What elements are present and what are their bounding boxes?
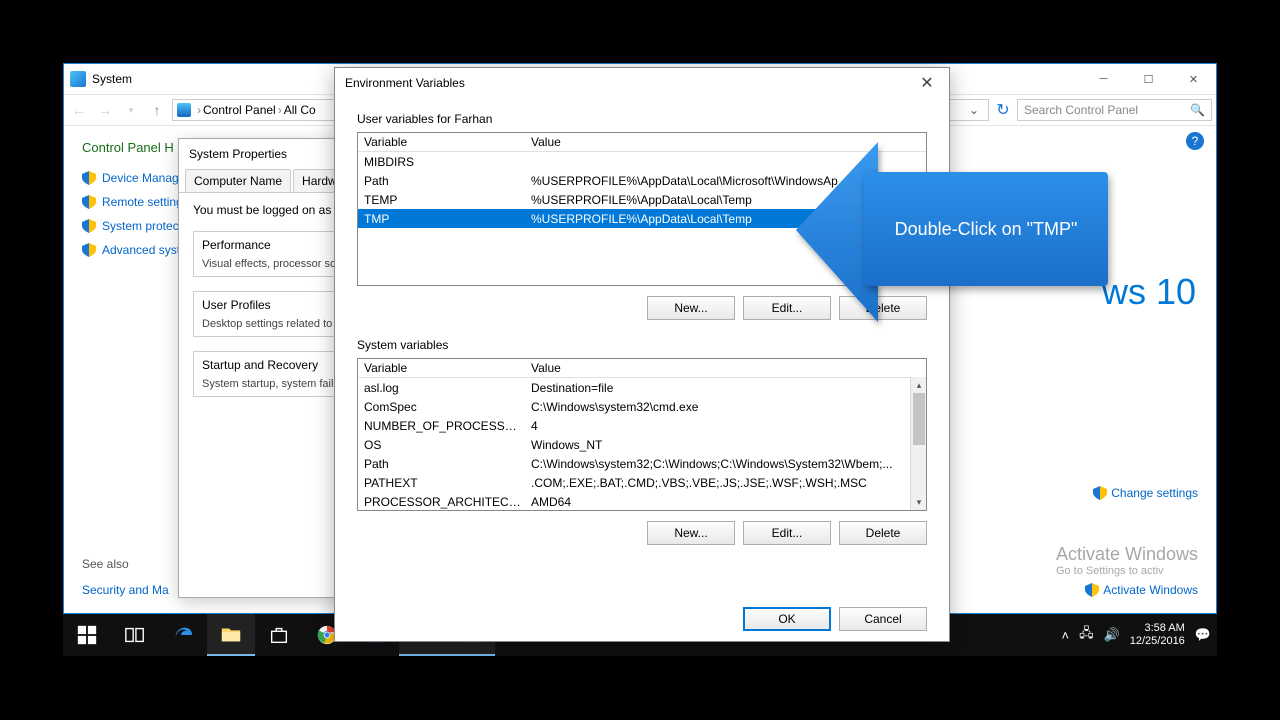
variable-name: TEMP — [358, 193, 525, 207]
edge-icon[interactable] — [159, 614, 207, 656]
breadcrumb-dropdown[interactable]: ⌄ — [964, 103, 984, 117]
variable-name: Path — [358, 174, 525, 188]
variable-value: C:\Windows\system32;C:\Windows;C:\Window… — [525, 457, 926, 471]
variable-name: OS — [358, 438, 525, 452]
variable-name: NUMBER_OF_PROCESSORS — [358, 419, 525, 433]
variable-name: MIBDIRS — [358, 155, 525, 169]
variable-name: asl.log — [358, 381, 525, 395]
scroll-up-arrow[interactable]: ▴ — [911, 377, 927, 393]
clock[interactable]: 3:58 AM 12/25/2016 — [1130, 622, 1185, 648]
table-row[interactable]: ComSpecC:\Windows\system32\cmd.exe — [358, 397, 926, 416]
scroll-thumb[interactable] — [913, 393, 925, 445]
system-variables-list[interactable]: Variable Value asl.logDestination=fileCo… — [357, 358, 927, 511]
shield-icon — [82, 195, 96, 209]
forward-button[interactable]: → — [94, 99, 116, 121]
search-input[interactable]: Search Control Panel 🔍 — [1017, 99, 1212, 121]
task-view-button[interactable] — [111, 614, 159, 656]
close-button[interactable]: ✕ — [1171, 65, 1216, 93]
table-row[interactable]: PATHEXT.COM;.EXE;.BAT;.CMD;.VBS;.VBE;.JS… — [358, 473, 926, 492]
breadcrumb-part[interactable]: Control Panel — [203, 103, 276, 117]
shield-icon — [82, 171, 96, 185]
breadcrumb-part[interactable]: All Co — [284, 103, 316, 117]
help-icon[interactable]: ? — [1186, 132, 1204, 150]
network-icon[interactable]: 🖧 — [1079, 624, 1094, 646]
table-row[interactable]: NUMBER_OF_PROCESSORS4 — [358, 416, 926, 435]
column-variable[interactable]: Variable — [358, 361, 525, 375]
shield-icon — [1093, 486, 1107, 500]
recent-dropdown[interactable]: ▾ — [120, 99, 142, 121]
table-row[interactable]: asl.logDestination=file — [358, 378, 926, 397]
variable-name: Path — [358, 457, 525, 471]
windows-10-brand: ws 10 — [1102, 271, 1196, 313]
annotation-callout: Double-Click on "TMP" — [788, 122, 1108, 352]
shield-icon — [82, 243, 96, 257]
maximize-button[interactable]: ☐ — [1126, 65, 1171, 93]
system-new-button[interactable]: New... — [647, 521, 735, 545]
variable-value: AMD64 — [525, 495, 926, 509]
activate-watermark: Activate Windows Go to Settings to activ — [1056, 544, 1198, 577]
variable-value: C:\Windows\system32\cmd.exe — [525, 400, 926, 414]
variable-name: TMP — [358, 212, 525, 226]
cancel-button[interactable]: Cancel — [839, 607, 927, 631]
activate-windows-link[interactable]: Activate Windows — [1085, 583, 1198, 597]
search-icon: 🔍 — [1190, 103, 1205, 117]
system-delete-button[interactable]: Delete — [839, 521, 927, 545]
refresh-button[interactable]: ↻ — [993, 100, 1013, 120]
system-tray: ˄ 🖧 🔊 3:58 AM 12/25/2016 💬 — [1061, 622, 1217, 648]
system-edit-button[interactable]: Edit... — [743, 521, 831, 545]
minimize-button[interactable]: ─ — [1081, 65, 1126, 93]
change-settings-link[interactable]: Change settings — [1093, 486, 1198, 500]
table-row[interactable]: PROCESSOR_ARCHITECTUREAMD64 — [358, 492, 926, 511]
ok-button[interactable]: OK — [743, 607, 831, 631]
variable-value: Destination=file — [525, 381, 926, 395]
table-row[interactable]: PathC:\Windows\system32;C:\Windows;C:\Wi… — [358, 454, 926, 473]
file-explorer-icon[interactable] — [207, 614, 255, 656]
scrollbar[interactable]: ▴ ▾ — [910, 377, 926, 510]
up-button[interactable]: ↑ — [146, 99, 168, 121]
variable-value: 4 — [525, 419, 926, 433]
close-button[interactable]: ✕ — [905, 69, 949, 97]
column-value[interactable]: Value — [525, 361, 926, 375]
variable-name: PROCESSOR_ARCHITECTURE — [358, 495, 525, 509]
volume-icon[interactable]: 🔊 — [1104, 627, 1120, 643]
variable-name: PATHEXT — [358, 476, 525, 490]
back-button[interactable]: ← — [68, 99, 90, 121]
scroll-down-arrow[interactable]: ▾ — [911, 494, 927, 510]
control-panel-icon — [177, 103, 191, 117]
variable-value: Windows_NT — [525, 438, 926, 452]
variable-value: .COM;.EXE;.BAT;.CMD;.VBS;.VBE;.JS;.JSE;.… — [525, 476, 926, 490]
shield-icon — [82, 219, 96, 233]
shield-icon — [1085, 583, 1099, 597]
store-icon[interactable] — [255, 614, 303, 656]
start-button[interactable] — [63, 614, 111, 656]
system-icon — [70, 71, 86, 87]
table-row[interactable]: OSWindows_NT — [358, 435, 926, 454]
tray-up-arrow[interactable]: ˄ — [1061, 628, 1069, 643]
action-center-icon[interactable]: 💬 — [1195, 627, 1211, 643]
env-dialog-title: Environment Variables — [345, 76, 465, 90]
user-new-button[interactable]: New... — [647, 296, 735, 320]
annotation-text: Double-Click on "TMP" — [864, 172, 1108, 286]
tab-computer-name[interactable]: Computer Name — [185, 169, 291, 192]
variable-name: ComSpec — [358, 400, 525, 414]
env-titlebar: Environment Variables ✕ — [335, 68, 949, 98]
column-variable[interactable]: Variable — [358, 135, 525, 149]
search-placeholder: Search Control Panel — [1024, 103, 1138, 117]
